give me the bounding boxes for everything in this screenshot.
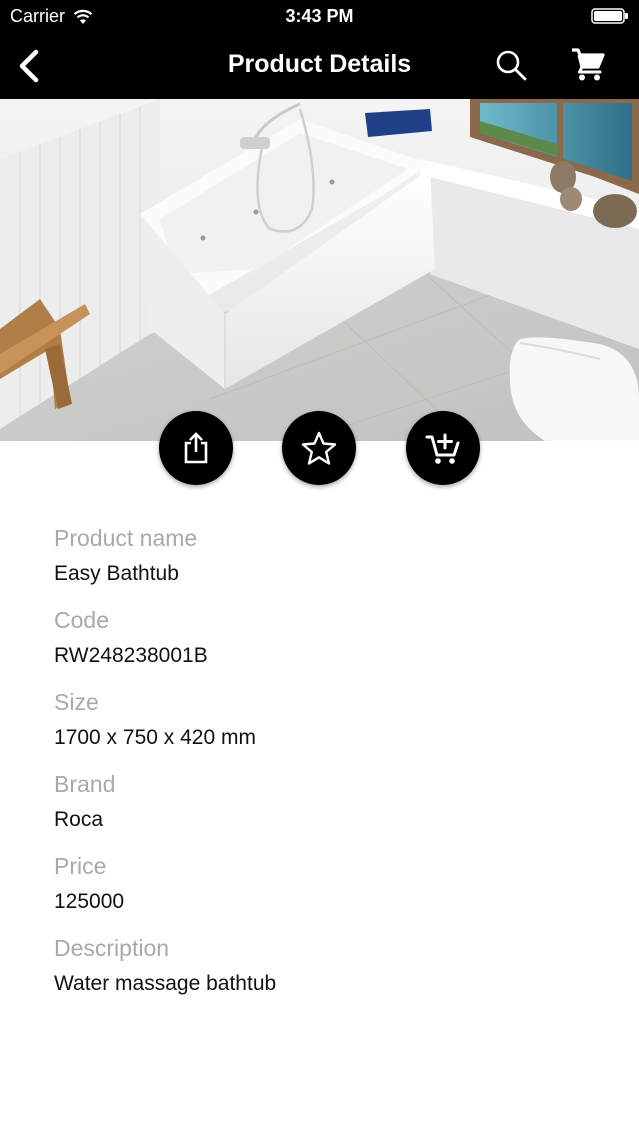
field-value: 1700 x 750 x 420 mm [54,726,256,749]
field-label: Size [54,689,99,715]
field-product-name: Product name Easy Bathtub [54,520,614,602]
field-value: RW248238001B [54,644,208,667]
product-image-gallery[interactable] [0,99,639,441]
share-icon [184,432,208,464]
field-value: 125000 [54,890,125,913]
field-label: Price [54,853,107,879]
field-label: Brand [54,771,116,797]
field-value: Roca [54,808,104,831]
cart-icon[interactable] [570,46,606,82]
field-label: Description [54,935,170,961]
field-value: Easy Bathtub [54,562,179,585]
product-details-list: Product name Easy Bathtub Code RW2482380… [54,520,614,1012]
favorite-button[interactable] [282,411,356,485]
search-icon[interactable] [494,48,528,82]
status-time: 3:43 PM [285,6,354,26]
add-to-cart-icon [425,433,460,464]
field-size: Size 1700 x 750 x 420 mm [54,684,614,766]
add-to-cart-button[interactable] [406,411,480,485]
field-price: Price 125000 [54,848,614,930]
field-brand: Brand Roca [54,766,614,848]
navigation-bar: Product Details [0,32,639,99]
field-code: Code RW248238001B [54,602,614,684]
field-label: Code [54,607,109,633]
field-value: Water massage bathtub [54,972,277,995]
product-details-screen: Carrier 3:43 PM Product Details Product … [0,0,639,1136]
page-title: Product Details [227,50,412,78]
field-description: Description Water massage bathtub [54,930,614,1012]
star-icon [301,431,337,465]
bathroom-product-photo [0,99,639,441]
status-bar: Carrier 3:43 PM [0,0,639,32]
field-label: Product name [54,525,198,551]
share-button[interactable] [159,411,233,485]
battery-icon [591,8,628,24]
